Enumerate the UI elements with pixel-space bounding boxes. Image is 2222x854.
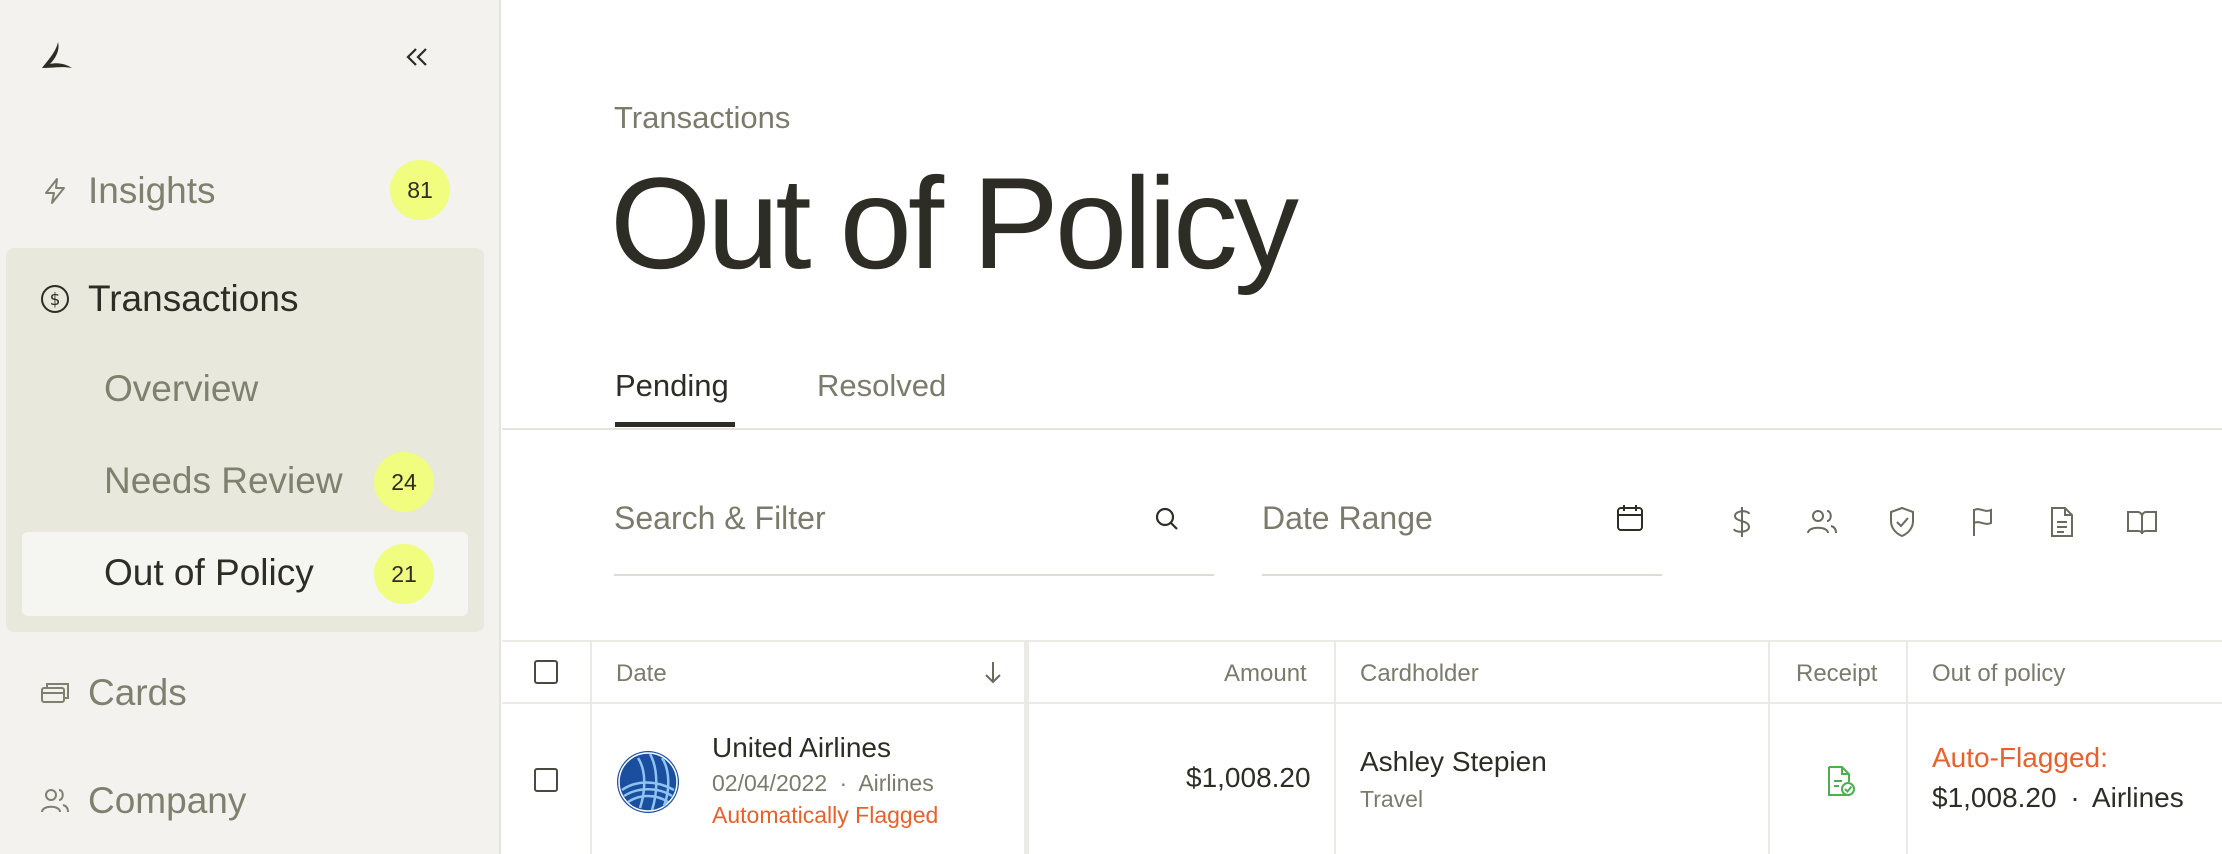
cards-icon [38, 676, 72, 710]
people-icon [38, 784, 72, 818]
tab-bar: Pending Resolved [502, 300, 2222, 430]
svg-text:$: $ [50, 290, 61, 310]
bird-logo-icon[interactable] [38, 40, 74, 72]
sidebar-item-label: Insights [88, 170, 216, 211]
sidebar-group-transactions: $ Transactions Overview Needs Review 24 … [6, 248, 484, 632]
document-icon[interactable] [2045, 505, 2079, 539]
sidebar-item-label: Cards [88, 672, 187, 713]
lightning-icon [38, 174, 72, 208]
date-range-input[interactable]: Date Range [1262, 500, 1662, 576]
column-header-amount[interactable]: Amount [1224, 660, 1307, 688]
out-of-policy-count-badge: 21 [374, 544, 434, 604]
sidebar-item-company[interactable]: Company [38, 780, 246, 822]
sidebar-subitem-needs-review[interactable]: Needs Review [104, 460, 343, 502]
oop-category: Airlines [2091, 782, 2184, 813]
sort-arrow-down-icon[interactable] [980, 658, 1006, 691]
sidebar-item-transactions[interactable]: $ Transactions [38, 278, 298, 320]
transaction-meta: 02/04/2022 · Airlines [712, 770, 934, 797]
transaction-date: 02/04/2022 [712, 770, 828, 796]
needs-review-count-badge: 24 [374, 452, 434, 512]
search-icon[interactable] [1152, 504, 1182, 534]
sidebar-item-insights[interactable]: Insights [38, 170, 216, 212]
tab-resolved[interactable]: Resolved [817, 368, 946, 404]
cardholder-department: Travel [1360, 786, 1424, 812]
merchant-logo [616, 750, 680, 814]
merchant-name: United Airlines [712, 732, 891, 763]
sidebar-item-cards[interactable]: Cards [38, 672, 187, 714]
cardholder-name: Ashley Stepien [1360, 746, 1547, 777]
search-input[interactable]: Search & Filter [614, 500, 1214, 576]
shield-check-icon[interactable] [1885, 505, 1919, 539]
breadcrumb[interactable]: Transactions [614, 100, 790, 136]
meta-separator: · [2070, 782, 2080, 813]
flag-status: Automatically Flagged [712, 802, 939, 828]
table-header: Date Amount Cardholder Receipt Out of po… [502, 640, 2222, 704]
book-icon[interactable] [2125, 505, 2159, 539]
date-range-placeholder: Date Range [1262, 500, 1433, 536]
tab-pending[interactable]: Pending [615, 368, 729, 404]
oop-amount: $1,008.20 [1932, 782, 2057, 813]
sidebar-item-label: Company [88, 780, 247, 821]
sidebar-item-label: Transactions [88, 278, 299, 319]
oop-label: Auto-Flagged: [1932, 742, 2108, 773]
active-tab-indicator [615, 422, 735, 427]
oop-detail: $1,008.20 · Airlines [1932, 782, 2184, 814]
flag-icon[interactable] [1965, 505, 1999, 539]
row-checkbox[interactable] [534, 768, 558, 792]
transaction-category: Airlines [858, 770, 934, 796]
insights-count-badge: 81 [390, 160, 450, 220]
column-header-receipt[interactable]: Receipt [1796, 660, 1877, 688]
sidebar-subitem-overview[interactable]: Overview [104, 368, 258, 410]
search-placeholder: Search & Filter [614, 500, 826, 536]
sidebar: Insights 81 $ Transactions Overview Need… [0, 0, 501, 854]
dollar-icon[interactable] [1725, 505, 1759, 539]
calendar-icon[interactable] [1614, 502, 1644, 532]
select-all-checkbox[interactable] [534, 660, 558, 684]
column-header-cardholder[interactable]: Cardholder [1360, 660, 1479, 688]
transaction-amount: $1,008.20 [1186, 762, 1311, 793]
table-row[interactable]: United Airlines 02/04/2022 · Airlines Au… [502, 704, 2222, 854]
receipt-check-icon[interactable] [1824, 764, 1856, 803]
double-chevron-left-icon[interactable] [402, 42, 432, 72]
sidebar-subitem-label: Out of Policy [104, 552, 314, 593]
dollar-circle-icon: $ [38, 282, 72, 316]
column-header-date[interactable]: Date [616, 660, 667, 688]
column-header-out-of-policy[interactable]: Out of policy [1932, 660, 2065, 688]
meta-separator: · [839, 770, 848, 796]
page-title: Out of Policy [610, 150, 1299, 296]
people-filter-icon[interactable] [1805, 505, 1839, 539]
